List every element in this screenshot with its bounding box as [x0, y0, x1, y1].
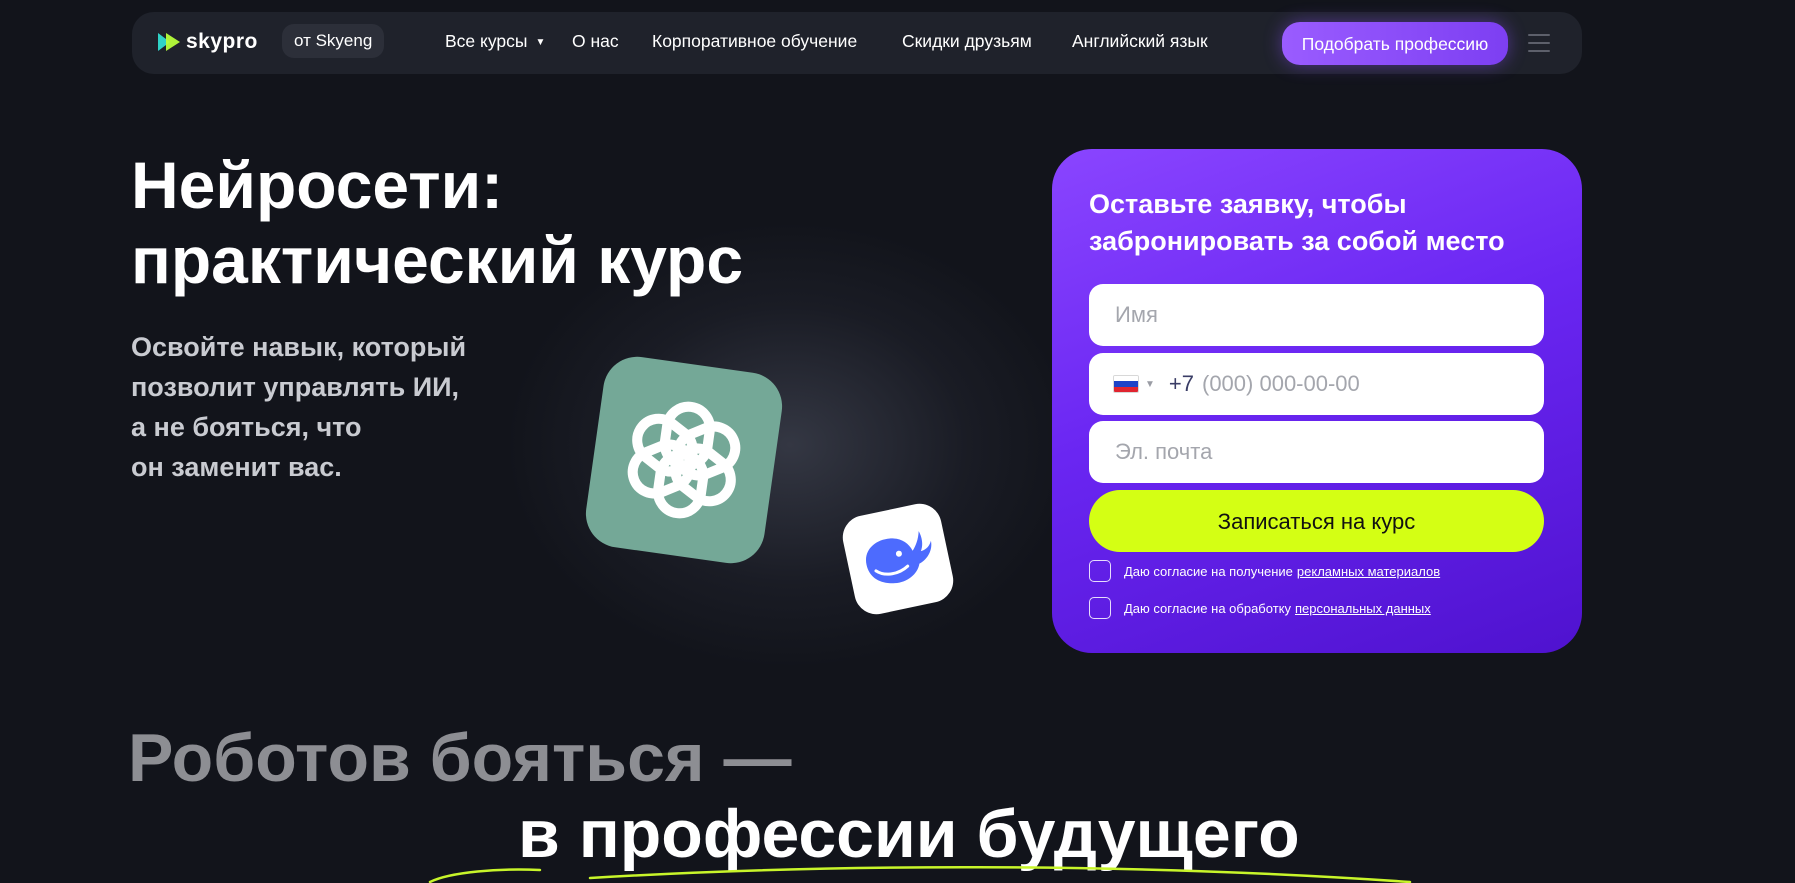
phone-prefix: +7: [1168, 371, 1194, 396]
site-header: skypro от Skyeng Все курсы ▼ О нас Корпо…: [132, 12, 1582, 74]
hamburger-icon[interactable]: [1528, 34, 1550, 52]
consent-personal-data: Даю согласие на обработку персональных д…: [1089, 597, 1431, 619]
enroll-button[interactable]: Записаться на курс: [1089, 490, 1544, 552]
nav-item-corporate[interactable]: Корпоративное обучение: [652, 31, 857, 52]
consent-marketing-checkbox[interactable]: [1089, 560, 1111, 582]
name-field[interactable]: [1089, 284, 1544, 346]
nav-item-label: Все курсы: [445, 31, 528, 51]
chevron-down-icon[interactable]: ▼: [1145, 379, 1155, 390]
hero-title-line-1: Нейросети:: [131, 148, 504, 222]
nav-item-friend-discounts[interactable]: Скидки друзьям: [902, 31, 1032, 52]
chatgpt-logo-icon: [581, 352, 787, 568]
hero-title-line-2: практический курс: [131, 223, 744, 297]
deepseek-whale-icon: [838, 499, 958, 619]
consent-marketing-text: Даю согласие на получение: [1124, 563, 1293, 579]
signup-form-card: Оставьте заявку, чтобы забронировать за …: [1052, 149, 1582, 653]
choose-profession-button[interactable]: Подобрать профессию: [1282, 22, 1508, 65]
personal-data-link[interactable]: персональных данных: [1295, 601, 1431, 616]
form-title: Оставьте заявку, чтобы забронировать за …: [1089, 189, 1505, 256]
phone-input[interactable]: [1202, 371, 1502, 397]
lime-underline-decoration: [428, 865, 1412, 883]
email-field[interactable]: [1089, 421, 1544, 483]
consent-marketing: Даю согласие на получение рекламных мате…: [1089, 560, 1440, 582]
consent-personal-data-checkbox[interactable]: [1089, 597, 1111, 619]
skyeng-badge[interactable]: от Skyeng: [282, 24, 385, 58]
hero-subtitle-line: Освойте навык, который: [131, 332, 467, 362]
section-heading-line-1: Роботов бояться —: [128, 720, 792, 796]
skypro-logo[interactable]: skypro: [156, 30, 258, 54]
chevron-down-icon: ▼: [535, 37, 546, 48]
hero-subtitle-line: а не бояться, что: [131, 412, 362, 442]
nav-item-all-courses[interactable]: Все курсы ▼: [445, 31, 545, 52]
nav-item-english[interactable]: Английский язык: [1072, 31, 1208, 52]
nav-item-about[interactable]: О нас: [572, 31, 619, 52]
marketing-materials-link[interactable]: рекламных материалов: [1297, 564, 1440, 579]
consent-personal-data-text: Даю согласие на обработку: [1124, 600, 1291, 616]
phone-field[interactable]: ▼ +7: [1089, 353, 1544, 415]
hero-subtitle: Освойте навык, который позволит управлят…: [131, 327, 466, 487]
skypro-logo-icon: [158, 33, 180, 51]
logo-text: skypro: [186, 30, 258, 53]
hero-subtitle-line: позволит управлять ИИ,: [131, 372, 460, 402]
hero-title: Нейросети: практический курс: [131, 148, 743, 298]
russia-flag-icon[interactable]: [1113, 375, 1139, 393]
hero-subtitle-line: он заменит вас.: [131, 452, 342, 482]
page: skypro от Skyeng Все курсы ▼ О нас Корпо…: [0, 0, 1795, 883]
